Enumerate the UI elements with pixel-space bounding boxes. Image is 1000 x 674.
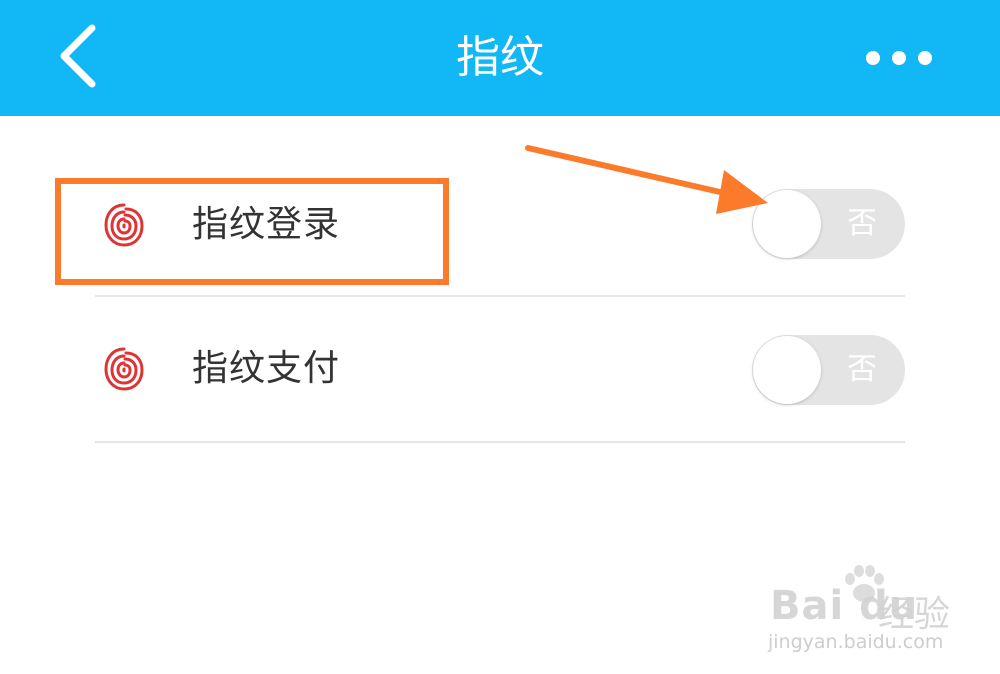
top-nav-bar: 指纹 — [0, 0, 1000, 116]
fingerprint-payment-toggle[interactable]: 否 — [752, 335, 905, 405]
fingerprint-login-toggle[interactable]: 否 — [752, 189, 905, 259]
page-title: 指纹 — [456, 32, 544, 83]
toggle-knob — [753, 336, 821, 404]
setting-row-fingerprint-login: 指纹登录 否 — [0, 152, 1000, 300]
toggle-state-text: 否 — [847, 206, 877, 241]
setting-label: 指纹支付 — [192, 348, 341, 389]
more-dot — [892, 51, 906, 65]
toggle-knob — [753, 190, 821, 258]
watermark-product: 经验 — [878, 594, 951, 635]
more-dot — [866, 51, 880, 65]
toggle-state-text: 否 — [847, 352, 877, 387]
paw-logo-icon — [845, 565, 884, 602]
fingerprint-icon — [104, 203, 144, 247]
setting-label: 指纹登录 — [192, 204, 341, 245]
watermark-url: jingyan.baidu.com — [768, 631, 944, 653]
fingerprint-settings-screen: 指纹 指纹登录 否 指纹支付 否 Bai du 经验 jingyan.baidu… — [0, 0, 1000, 674]
row-divider — [95, 441, 905, 443]
baidu-jingyan-watermark: Bai du 经验 jingyan.baidu.com — [760, 565, 990, 665]
more-dot — [918, 51, 932, 65]
watermark-brand: Bai du — [770, 583, 919, 629]
setting-row-fingerprint-payment: 指纹支付 否 — [0, 297, 1000, 445]
fingerprint-icon — [104, 347, 144, 391]
chevron-left-icon — [60, 24, 96, 88]
back-button[interactable] — [50, 20, 110, 92]
more-options-button[interactable] — [866, 40, 932, 76]
